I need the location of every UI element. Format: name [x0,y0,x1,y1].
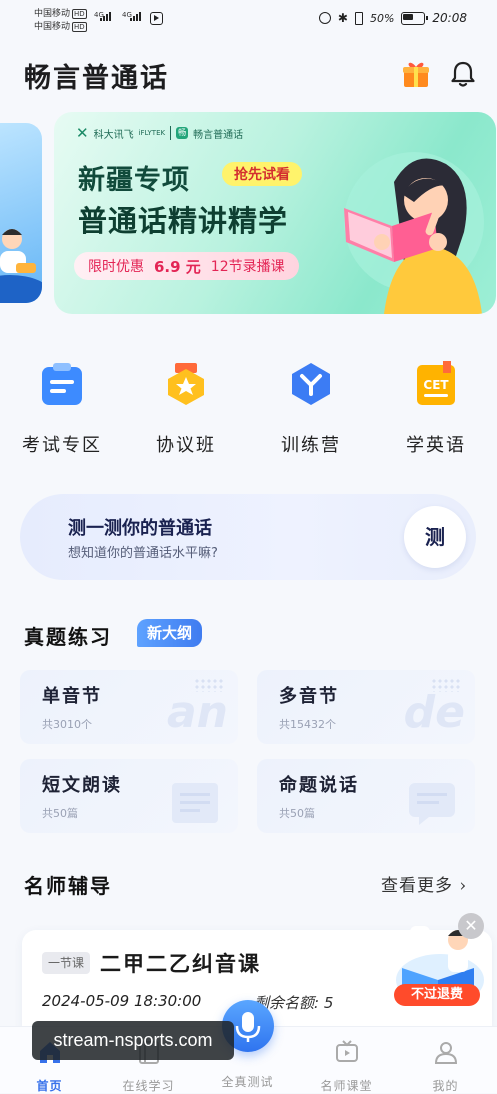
practice-section-title: 真题练习 [24,625,112,649]
user-icon [434,1042,457,1064]
lesson-title: 二甲二乙纠音课 [100,951,261,976]
practice-card-title: 多音节 [279,686,339,707]
child-illustration-icon [0,229,42,303]
teachers-section-title: 名师辅导 [24,874,112,898]
brand-divider [170,126,172,140]
tab-teacher-class[interactable]: 名师课堂 [297,1027,396,1094]
practice-card-count: 共3010个 [42,718,92,731]
view-more-link[interactable]: 查看更多 › [381,871,467,896]
card-watermark: an [166,687,228,738]
practice-card-title: 单音节 [42,686,102,707]
battery-percent: 50% [369,11,395,25]
bell-icon[interactable] [450,60,476,88]
practice-card-single-syllable[interactable]: an 单音节 共3010个 [20,670,238,744]
medal-icon [168,363,204,405]
refund-promo-label: 不过退费 [394,984,480,1006]
banner-previous-slide[interactable] [0,123,42,303]
banner-brand: ✕ 科大讯飞 iFLYTEK 畅 畅言普通话 [76,124,243,142]
quick-entry-training-camp[interactable]: 训练营 [261,356,361,457]
quick-entry-exam[interactable]: 考试专区 [12,356,112,457]
alarm-icon [318,12,331,24]
tv-icon [335,1040,358,1062]
banner-headline-1: 新疆专项 [78,165,190,196]
tab-mine[interactable]: 我的 [396,1027,495,1094]
brand-sub: iFLYTEK [138,129,166,137]
tab-label: 全真测试 [221,1075,274,1089]
practice-card-passage-reading[interactable]: 短文朗读 共50篇 [20,759,238,833]
bluetooth-icon: ✱ [337,11,348,25]
book-decoration-icon [172,783,218,823]
chevron-right-icon: › [459,876,468,896]
carrier-1: 中国移动 HD [34,9,87,19]
quick-entry-english[interactable]: CET 学英语 [386,356,486,457]
promo-price: 6.9 元 [154,257,201,276]
watermark-overlay: stream-nsports.com [32,1021,234,1060]
promo-banner[interactable]: ✕ 科大讯飞 iFLYTEK 畅 畅言普通话 新疆专项 抢先试看 普通话精讲精学… [54,112,496,314]
promo-label: 限时优惠 [88,259,144,275]
status-time: 20:08 [432,11,467,25]
mandarin-test-card[interactable]: 测一测你的普通话 想知道你的普通话水平嘛? 测 [20,494,476,580]
start-test-button[interactable]: 测 [404,506,466,568]
app-logo-icon: 畅 [176,127,189,139]
vibrate-icon [354,11,363,25]
practice-card-count: 共50篇 [279,807,315,820]
quick-entry-label: 学英语 [406,435,466,456]
lesson-tag: 一节课 [42,952,91,974]
quick-entry-label: 训练营 [281,435,341,456]
practice-card-title: 短文朗读 [42,775,122,796]
brand-app-name: 畅言普通话 [193,129,244,141]
promo-lessons: 12节录播课 [210,259,285,275]
practice-card-multi-syllable[interactable]: de 多音节 共15432个 [257,670,475,744]
quick-entry-label: 考试专区 [22,435,102,456]
brand-name: 科大讯飞 [93,129,134,141]
video-play-icon [150,12,163,25]
quick-entry-agreement-class[interactable]: 协议班 [136,356,236,457]
tab-label: 名师课堂 [320,1079,373,1093]
svg-text:CET: CET [423,378,449,392]
carrier-2: 中国移动 HD [34,22,87,32]
close-icon[interactable]: ✕ [458,913,484,939]
lesson-date: 2024-05-09 18:30:00 [42,992,202,1010]
app-title: 畅言普通话 [24,63,169,94]
quick-entry-grid: 考试专区 协议班 训练营 CET 学英语 [0,356,497,456]
hexagon-y-icon [292,363,330,405]
girl-reading-illustration-icon [344,152,484,314]
new-syllabus-badge: 新大纲 [137,619,203,647]
practice-card-count: 共15432个 [279,718,336,731]
status-bar: 中国移动 HD 中国移动 HD 4G 4G ✱ 50% 20:08 [0,0,497,40]
iflytek-logo-icon: ✕ [76,124,89,142]
test-card-subtitle: 想知道你的普通话水平嘛? [68,546,218,561]
signal-icon-2 [130,12,141,21]
test-card-title: 测一测你的普通话 [68,518,212,539]
banner-preview-tag[interactable]: 抢先试看 [222,162,302,186]
tab-label: 我的 [432,1079,459,1093]
practice-card-count: 共50篇 [42,807,78,820]
signal-icon [100,12,111,21]
speech-decoration-icon [409,783,455,825]
cet-icon: CET [417,361,455,405]
exam-icon [42,363,82,405]
practice-card-topic-speaking[interactable]: 命题说话 共50篇 [257,759,475,833]
tab-label: 首页 [36,1079,63,1093]
quick-entry-label: 协议班 [156,435,216,456]
tab-label: 在线学习 [122,1079,175,1093]
system-icons: ✱ 50% 20:08 [318,11,467,25]
practice-card-title: 命题说话 [279,775,359,796]
view-more-label: 查看更多 [381,876,453,896]
gift-icon[interactable] [401,59,431,89]
banner-headline-2: 普通话精讲精学 [78,204,289,238]
card-watermark: de [403,687,465,738]
battery-icon [401,11,429,25]
banner-promo-pill[interactable]: 限时优惠 6.9 元 12节录播课 [74,252,299,280]
